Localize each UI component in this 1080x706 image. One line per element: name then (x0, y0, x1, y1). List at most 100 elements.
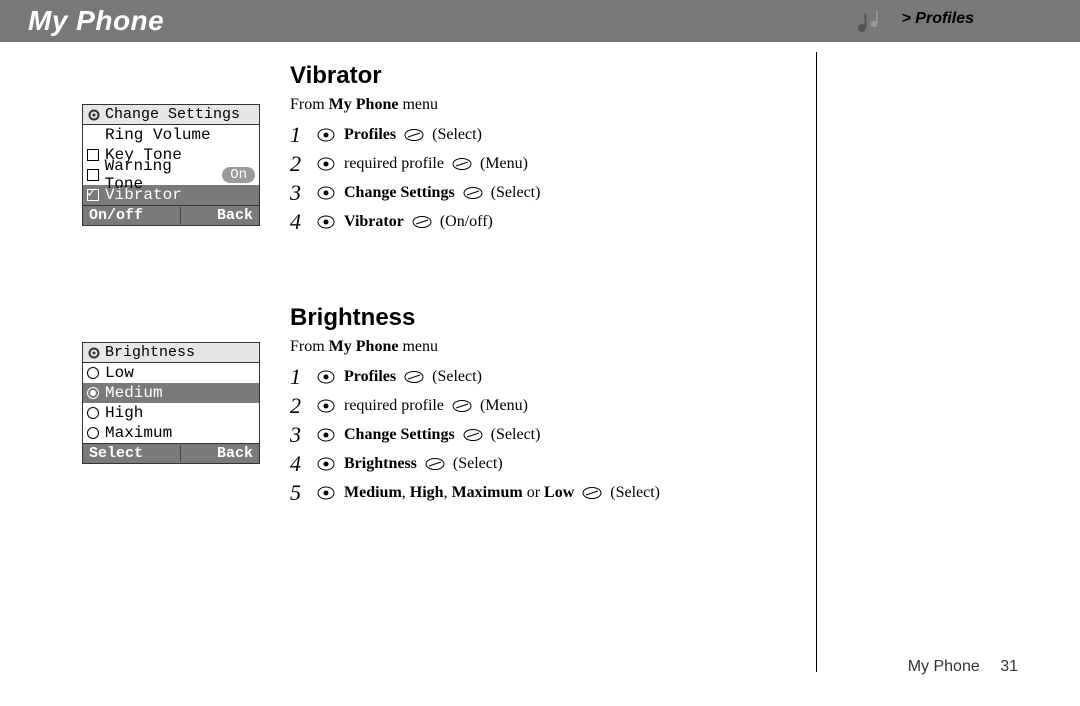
steps-list: 1 Profiles (Select) 2 required profile (… (290, 364, 660, 506)
phone-title: Change Settings (105, 106, 240, 123)
text: menu (398, 338, 438, 355)
radio-icon (87, 367, 99, 379)
text: From (290, 338, 329, 355)
step-bold: Brightness (344, 455, 417, 473)
softkey-divider (180, 445, 181, 462)
list-item-label: Low (105, 364, 134, 382)
action-key-icon (425, 456, 445, 472)
step-row: 3 Change Settings (Select) (290, 180, 540, 206)
softkey-left[interactable]: Select (89, 445, 143, 462)
softkey-right[interactable]: Back (217, 445, 253, 462)
step-bold: Profiles (344, 368, 396, 386)
action-key-icon (404, 369, 424, 385)
text-bold: My Phone (329, 338, 399, 355)
step-row: 3 Change Settings (Select) (290, 422, 660, 448)
list-item[interactable]: Warning Tone On (83, 165, 259, 185)
step-text: (Select) (491, 426, 541, 444)
step-row: 1 Profiles (Select) (290, 122, 540, 148)
step-row: 5 Medium, High, Maximum or Low (Select) (290, 480, 660, 506)
step-text: required profile (344, 397, 444, 415)
step-bold: Medium (344, 484, 402, 501)
text: , (444, 484, 452, 501)
nav-key-icon (316, 369, 336, 385)
softkey-divider (180, 207, 181, 224)
phone-title-bar: Change Settings (83, 105, 259, 125)
nav-key-icon (316, 456, 336, 472)
softkey-left[interactable]: On/off (89, 207, 143, 224)
phone-screen-change-settings: Change Settings Ring Volume Key Tone War… (82, 104, 260, 226)
step-bold: Low (544, 484, 574, 501)
list-item[interactable]: Maximum (83, 423, 259, 443)
step-number: 4 (290, 209, 308, 235)
list-item-label: Maximum (105, 424, 172, 442)
checkbox-checked-icon (87, 189, 99, 201)
step-row: 2 required profile (Menu) (290, 393, 660, 419)
list-item[interactable]: High (83, 403, 259, 423)
action-key-icon (452, 156, 472, 172)
step-number: 1 (290, 364, 308, 390)
step-text: (Select) (432, 368, 482, 386)
from-line: From My Phone menu (290, 338, 660, 356)
music-notes-icon (854, 8, 882, 36)
vertical-divider (816, 52, 817, 672)
action-key-icon (582, 485, 602, 501)
checkbox-icon (87, 149, 99, 161)
step-text: (Select) (491, 184, 541, 202)
nav-key-icon (316, 214, 336, 230)
text-bold: My Phone (329, 96, 399, 113)
text: or (523, 484, 544, 501)
section-title: Brightness (290, 304, 660, 332)
page-number: 31 (1000, 658, 1018, 675)
nav-key-icon (316, 185, 336, 201)
header-title: My Phone (0, 5, 164, 37)
list-item-selected[interactable]: Medium (83, 383, 259, 403)
list-item-label: Vibrator (105, 186, 182, 204)
step-bold: Change Settings (344, 184, 455, 202)
step-row: 4 Brightness (Select) (290, 451, 660, 477)
gear-icon (87, 346, 101, 360)
text: From (290, 96, 329, 113)
breadcrumb: > Profiles (902, 10, 974, 28)
section-title: Vibrator (290, 62, 540, 90)
radio-selected-icon (87, 387, 99, 399)
footer-section: My Phone (908, 658, 980, 675)
step-text: (Menu) (480, 397, 528, 415)
action-key-icon (463, 185, 483, 201)
step-text: (On/off) (440, 213, 493, 231)
action-key-icon (452, 398, 472, 414)
list-item[interactable]: Ring Volume (83, 125, 259, 145)
step-number: 1 (290, 122, 308, 148)
status-badge: On (222, 167, 255, 183)
header-bar: My Phone > Profiles (0, 0, 1080, 42)
checkbox-icon (87, 169, 99, 181)
step-row: 4 Vibrator (On/off) (290, 209, 540, 235)
step-text: (Select) (453, 455, 503, 473)
step-bold: Maximum (452, 484, 523, 501)
list-item-selected[interactable]: Vibrator (83, 185, 259, 205)
section-brightness: Brightness From My Phone menu 1 Profiles… (290, 304, 660, 509)
nav-key-icon (316, 398, 336, 414)
softkey-right[interactable]: Back (217, 207, 253, 224)
softkey-bar: On/off Back (83, 205, 259, 225)
softkey-bar: Select Back (83, 443, 259, 463)
text: menu (398, 96, 438, 113)
step-text: required profile (344, 155, 444, 173)
radio-icon (87, 407, 99, 419)
step-number: 3 (290, 180, 308, 206)
step-number: 2 (290, 151, 308, 177)
action-key-icon (404, 127, 424, 143)
nav-key-icon (316, 127, 336, 143)
action-key-icon (412, 214, 432, 230)
phone-title-bar: Brightness (83, 343, 259, 363)
step-number: 2 (290, 393, 308, 419)
from-line: From My Phone menu (290, 96, 540, 114)
step-bold: Change Settings (344, 426, 455, 444)
radio-icon (87, 427, 99, 439)
steps-list: 1 Profiles (Select) 2 required profile (… (290, 122, 540, 235)
gear-icon (87, 108, 101, 122)
phone-title: Brightness (105, 344, 195, 361)
list-item[interactable]: Low (83, 363, 259, 383)
step-text: (Select) (610, 484, 660, 502)
step-text: (Menu) (480, 155, 528, 173)
step-bold: High (410, 484, 444, 501)
